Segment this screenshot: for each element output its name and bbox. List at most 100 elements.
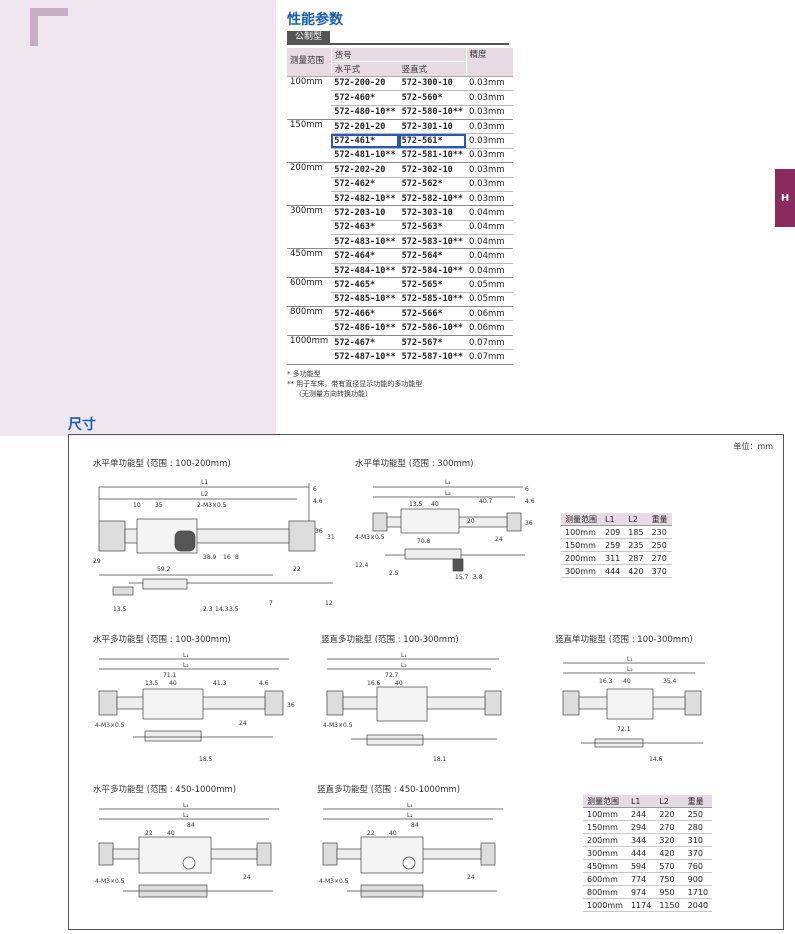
- d4-166: 16.6: [367, 680, 381, 687]
- d3-l1: L₁: [183, 652, 189, 659]
- d7-84: 84: [411, 822, 419, 829]
- dim-135: 13.5: [113, 606, 127, 613]
- horizontal-model-cell: 572-485-10**: [331, 292, 399, 308]
- size-table-cell: 250: [683, 807, 713, 821]
- d4-181: 18.1: [433, 756, 447, 763]
- note-1: * 多功能型: [287, 370, 321, 378]
- vertical-model-cell: 572-580-10**: [398, 105, 467, 120]
- d3-m3: 4-M3×0.5: [95, 722, 125, 729]
- d2-407: 40.7: [479, 498, 493, 505]
- size-table-cell: 311: [601, 551, 625, 565]
- d5-163: 16.3: [599, 678, 613, 685]
- horizontal-model-cell: 572-461*: [331, 133, 399, 149]
- d3-40: 40: [169, 680, 177, 687]
- vertical-model-cell: 572-586-10**: [398, 320, 467, 336]
- drawing-4: L₁ L₂ 72.7 16.6 40 4-M3×0.5 18.1: [323, 652, 502, 763]
- size-table-cell: 150mm: [583, 820, 627, 834]
- d6-m3: 4-M3×0.5: [95, 878, 125, 885]
- size-table-cell: 220: [655, 807, 684, 821]
- size-table-cell: 1150: [655, 898, 684, 912]
- vertical-model-cell: 572-582-10**: [398, 191, 467, 207]
- horizontal-model-cell: 572-483-10**: [331, 234, 399, 250]
- accuracy-cell: 0.03mm: [466, 105, 513, 120]
- size-table-header: 测量范围: [583, 795, 627, 808]
- dim-10: 10: [133, 502, 141, 509]
- horizontal-model-cell: 572-487-10**: [331, 349, 399, 365]
- d2-20: 20: [467, 518, 475, 525]
- unit-label: 单位：mm: [733, 442, 773, 451]
- d7-40: 40: [389, 830, 397, 837]
- accuracy-cell: 0.04mm: [466, 205, 513, 221]
- range-cell: 450mm: [287, 248, 332, 279]
- vertical-model-cell: 572-302-10: [398, 162, 467, 178]
- size-table-cell: 235: [624, 538, 648, 552]
- drawing-title-6: 水平多功能型 (范围 : 450-1000mm): [93, 785, 237, 795]
- horizontal-model-cell: 572-484-10**: [331, 263, 399, 279]
- side-tab-h[interactable]: H: [775, 169, 795, 227]
- d2-24: 24: [495, 536, 503, 543]
- d2-40: 40: [431, 501, 439, 508]
- spec-title: 性能参数: [287, 12, 343, 28]
- dim-46: 4.6: [313, 498, 323, 505]
- drawing-2: L₁ L₂ 13.5 40 40.7 20 6 4.6 36 4-M3×0.5 …: [355, 479, 535, 581]
- drawing-title-1: 水平单功能型 (范围 : 100-200mm): [93, 459, 231, 469]
- range-header: 测量范围: [287, 48, 332, 77]
- d2-36: 36: [525, 520, 533, 527]
- dim-m3: 2-M3×0.5: [197, 502, 227, 509]
- d6-22: 22: [145, 830, 153, 837]
- size-table-cell: 200mm: [561, 551, 601, 565]
- d4-40: 40: [395, 680, 403, 687]
- dim-12: 12: [325, 600, 333, 607]
- range-cell: 800mm: [287, 306, 332, 336]
- vertical-model-cell: 572-300-10: [398, 76, 467, 92]
- size-table-cell: 750: [655, 872, 684, 886]
- horizontal-model-cell: 572-480-10**: [331, 105, 399, 120]
- range-cell: 600mm: [287, 277, 332, 308]
- drawing-title-2: 水平单功能型 (范围 : 300mm): [355, 459, 474, 469]
- d2-l1: L₁: [445, 479, 451, 486]
- size-table-row: 100mm 209 185 230: [561, 525, 672, 539]
- d7-24: 24: [467, 874, 475, 881]
- d6-l1: L₁: [183, 802, 189, 809]
- size-table-cell: 774: [626, 872, 656, 886]
- dim-6: 6: [313, 486, 317, 493]
- vertical-header: 竖直式: [398, 61, 467, 77]
- accuracy-cell: 0.04mm: [466, 248, 513, 264]
- size-table-row: 800mm 974 950 1710: [583, 885, 713, 899]
- dim-23: 2.3: [203, 606, 213, 613]
- size-table-row: 1000mm 1174 1150 2040: [583, 898, 713, 912]
- accuracy-cell: 0.06mm: [466, 320, 513, 336]
- dim-143: 14.3: [215, 606, 229, 613]
- d3-36: 36: [287, 702, 295, 709]
- size-table-cell: 444: [626, 846, 656, 860]
- d4-727: 72.7: [385, 672, 399, 679]
- dim-8: 8: [235, 554, 239, 561]
- vertical-model-cell: 572-584-10**: [398, 263, 467, 279]
- drawing-7: L₁ L₂ 84 22 40 4-M3×0.5 24: [319, 802, 503, 898]
- size-table-cell: 280: [683, 820, 713, 834]
- drawing-title-3: 水平多功能型 (范围 : 100-300mm): [93, 635, 231, 645]
- note-2: ** 用于车床，带有直径显示功能的多功能型: [287, 380, 423, 388]
- size-table-2: 测量范围 L1 L2 重量 100mm 244 220 250 150mm 294 270 280 2…: [583, 795, 713, 912]
- size-table-row: 300mm 444 420 370: [561, 564, 672, 578]
- range-cell: 150mm: [287, 119, 332, 164]
- size-table-row: 200mm 344 320 310: [583, 833, 713, 847]
- drawing-title-4: 竖直多功能型 (范围 : 100-300mm): [321, 635, 459, 645]
- accuracy-cell: 0.03mm: [466, 148, 513, 164]
- size-table-cell: 1174: [626, 898, 656, 912]
- size-table-cell: 760: [683, 859, 713, 873]
- vertical-model-cell: 572-566*: [398, 306, 467, 322]
- size-table-cell: 444: [601, 564, 625, 578]
- size-table-cell: 1000mm: [583, 898, 627, 912]
- dim-22: 22: [293, 566, 301, 573]
- size-table-row: 450mm 594 570 760: [583, 859, 713, 873]
- size-table-cell: 900: [683, 872, 713, 886]
- horizontal-model-cell: 572-465*: [331, 277, 399, 293]
- accuracy-cell: 0.04mm: [466, 263, 513, 279]
- accuracy-cell: 0.03mm: [466, 133, 513, 149]
- dim-l1: L1: [201, 479, 208, 486]
- accuracy-cell: 0.06mm: [466, 306, 513, 322]
- size-table-cell: 300mm: [561, 564, 601, 578]
- d5-l2: L₂: [627, 666, 633, 673]
- size-table-1: 测量范围 L1 L2 重量 100mm 209 185 230 150mm 259 235 250 2…: [561, 513, 672, 578]
